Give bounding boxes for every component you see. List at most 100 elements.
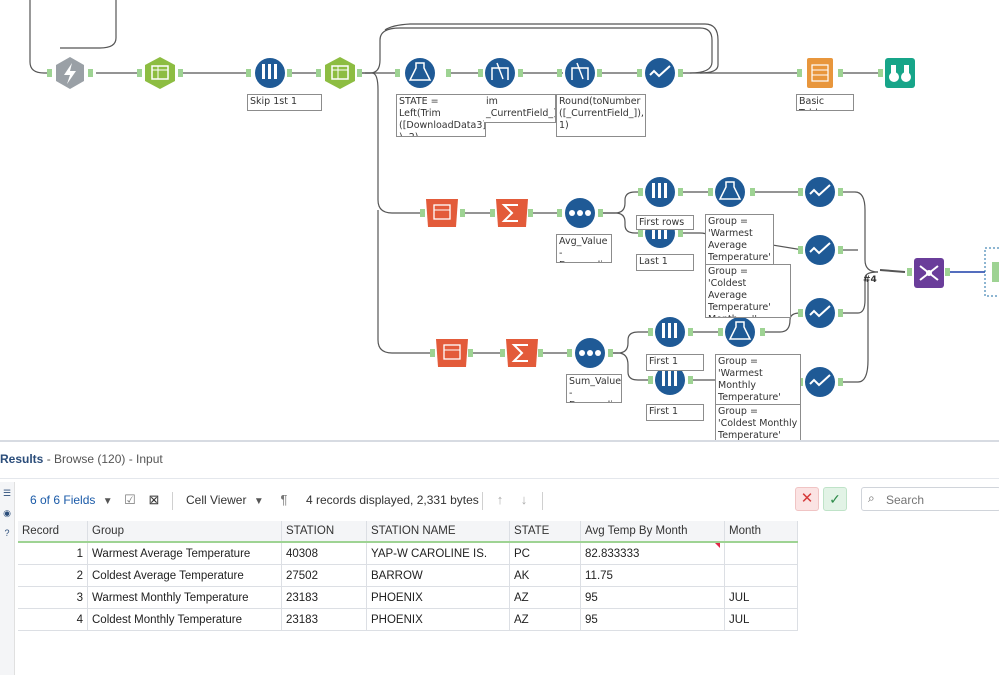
summarize-sigma-icon[interactable] [506, 339, 538, 367]
sample-icon[interactable] [655, 317, 685, 347]
table-cell[interactable]: AZ [509, 608, 581, 631]
table-row[interactable]: 4 Coldest Monthly Temperature 23183 PHOE… [18, 608, 798, 631]
table-cell[interactable]: Warmest Average Temperature [87, 542, 282, 565]
annotation-round-formula: Round(toNumber ([_CurrentField_]), 1) [556, 94, 646, 137]
browse-binoculars-icon[interactable] [885, 58, 915, 88]
divider [0, 478, 999, 479]
checkbox-select-all-icon[interactable]: ☑ [122, 492, 138, 508]
formula-icon[interactable] [715, 177, 745, 207]
results-toolbar: 6 of 6 Fields ▼ ☑ ⊠ Cell Viewer ▼ ¶ 4 re… [16, 486, 999, 516]
table-cell[interactable]: 4 [18, 608, 88, 631]
table-row[interactable]: 3 Warmest Monthly Temperature 23183 PHOE… [18, 586, 798, 609]
annotation-state-formula: STATE = Left(Trim ([DownloadData3] ), 2) [396, 94, 486, 137]
table-cell[interactable]: 95 [580, 586, 725, 609]
select-icon[interactable] [805, 298, 835, 328]
select-icon[interactable] [805, 235, 835, 265]
table-cell[interactable]: 23183 [281, 586, 367, 609]
browse-binoculars-icon[interactable]: ◉ [2, 508, 12, 518]
table-cell[interactable]: 11.75 [580, 564, 725, 587]
table-row[interactable]: 2 Coldest Average Temperature 27502 BARR… [18, 564, 798, 587]
table-cell[interactable]: 23183 [281, 608, 367, 631]
deselect-icon[interactable]: ⊠ [146, 492, 162, 508]
input-table-icon[interactable] [145, 57, 175, 89]
summarize-sigma-icon[interactable] [496, 199, 528, 227]
chevron-down-icon: ▼ [102, 496, 113, 507]
table-row[interactable]: 1 Warmest Average Temperature 40308 YAP-… [18, 542, 798, 565]
table-cell[interactable]: Coldest Average Temperature [87, 564, 282, 587]
results-side-rail: ☰ ◉ ? [0, 482, 15, 675]
table-cell[interactable]: JUL [724, 586, 798, 609]
search-box[interactable]: ⌕ [861, 487, 999, 511]
sample-icon[interactable] [645, 177, 675, 207]
table-cell[interactable]: 95 [580, 608, 725, 631]
arrow-up-icon[interactable]: ↑ [492, 492, 508, 508]
formula-icon[interactable] [725, 317, 755, 347]
table-cell[interactable]: PHOENIX [366, 586, 510, 609]
table-cell[interactable]: 82.833333 [580, 542, 725, 565]
table-cell[interactable]: BARROW [366, 564, 510, 587]
column-header[interactable]: STATE [509, 521, 581, 543]
table-cell[interactable]: AK [509, 564, 581, 587]
fields-label: 6 of 6 Fields [30, 493, 96, 507]
sort-icon[interactable] [565, 198, 595, 228]
results-title: Results - Browse (120) - Input [0, 452, 163, 470]
select-icon[interactable] [805, 177, 835, 207]
annotation-trim-field: im _CurrentField_]) [484, 94, 556, 123]
divider [172, 492, 173, 510]
basic-table-icon[interactable] [807, 58, 833, 88]
table-cell[interactable]: 3 [18, 586, 88, 609]
union-tag: #4 [863, 275, 877, 285]
runner-lightning-icon[interactable] [56, 57, 84, 89]
annotation-first-rows-1: First 1 rows [646, 354, 704, 371]
truncated-value-flag-icon [715, 543, 720, 548]
help-icon[interactable]: ? [2, 528, 12, 538]
column-header[interactable]: STATION [281, 521, 367, 543]
cancel-filter-button[interactable]: ✕ [795, 487, 819, 511]
column-header[interactable]: Group [87, 521, 282, 543]
crosstab-icon[interactable] [436, 339, 468, 367]
sample-icon[interactable] [255, 58, 285, 88]
apply-filter-button[interactable]: ✓ [823, 487, 847, 511]
multi-field-icon[interactable] [485, 58, 515, 88]
search-input[interactable] [884, 490, 998, 510]
pilcrow-icon[interactable]: ¶ [276, 492, 292, 508]
annotation-group-coldest-monthly: Group = 'Coldest Monthly Temperature' [715, 404, 801, 440]
input-table-icon[interactable] [325, 57, 355, 89]
column-header[interactable]: Record [18, 521, 88, 543]
table-cell[interactable]: 27502 [281, 564, 367, 587]
sort-icon[interactable] [575, 338, 605, 368]
union-icon[interactable] [914, 258, 944, 288]
column-header[interactable]: Month [724, 521, 798, 543]
cell-viewer-dropdown[interactable]: Cell Viewer ▼ [186, 493, 264, 507]
table-cell[interactable]: AZ [509, 586, 581, 609]
column-header[interactable]: Avg Temp By Month [580, 521, 725, 543]
table-cell[interactable]: 1 [18, 542, 88, 565]
column-header[interactable]: STATION NAME [366, 521, 510, 543]
workflow-canvas[interactable]: Skip 1st 1 rows STATE = Left(Trim ([Down… [0, 0, 999, 440]
formula-icon[interactable] [405, 58, 435, 88]
divider [542, 492, 543, 510]
multi-field-icon[interactable] [565, 58, 595, 88]
table-cell[interactable]: 40308 [281, 542, 367, 565]
table-cell[interactable]: PHOENIX [366, 608, 510, 631]
crosstab-icon[interactable] [426, 199, 458, 227]
table-cell[interactable] [724, 564, 798, 587]
annotation-avg-sort: Avg_Value - Descending [556, 234, 612, 263]
annotation-first-rows-top: First rows [636, 215, 694, 230]
cell-viewer-label: Cell Viewer [186, 493, 247, 507]
fields-dropdown[interactable]: 6 of 6 Fields ▼ [30, 493, 113, 507]
table-cell[interactable] [724, 542, 798, 565]
table-cell[interactable]: YAP-W CAROLINE IS. [366, 542, 510, 565]
table-cell[interactable]: Warmest Monthly Temperature [87, 586, 282, 609]
select-icon[interactable] [645, 58, 675, 88]
table-cell[interactable]: Coldest Monthly Temperature [87, 608, 282, 631]
table-cell[interactable]: 2 [18, 564, 88, 587]
table-cell[interactable]: PC [509, 542, 581, 565]
results-title-prefix: Results [0, 452, 44, 466]
arrow-down-icon[interactable]: ↓ [516, 492, 532, 508]
table-cell[interactable]: JUL [724, 608, 798, 631]
annotation-basic-table: Basic Table [796, 94, 854, 111]
search-icon: ⌕ [868, 491, 875, 505]
list-icon[interactable]: ☰ [2, 488, 12, 498]
select-icon[interactable] [805, 367, 835, 397]
